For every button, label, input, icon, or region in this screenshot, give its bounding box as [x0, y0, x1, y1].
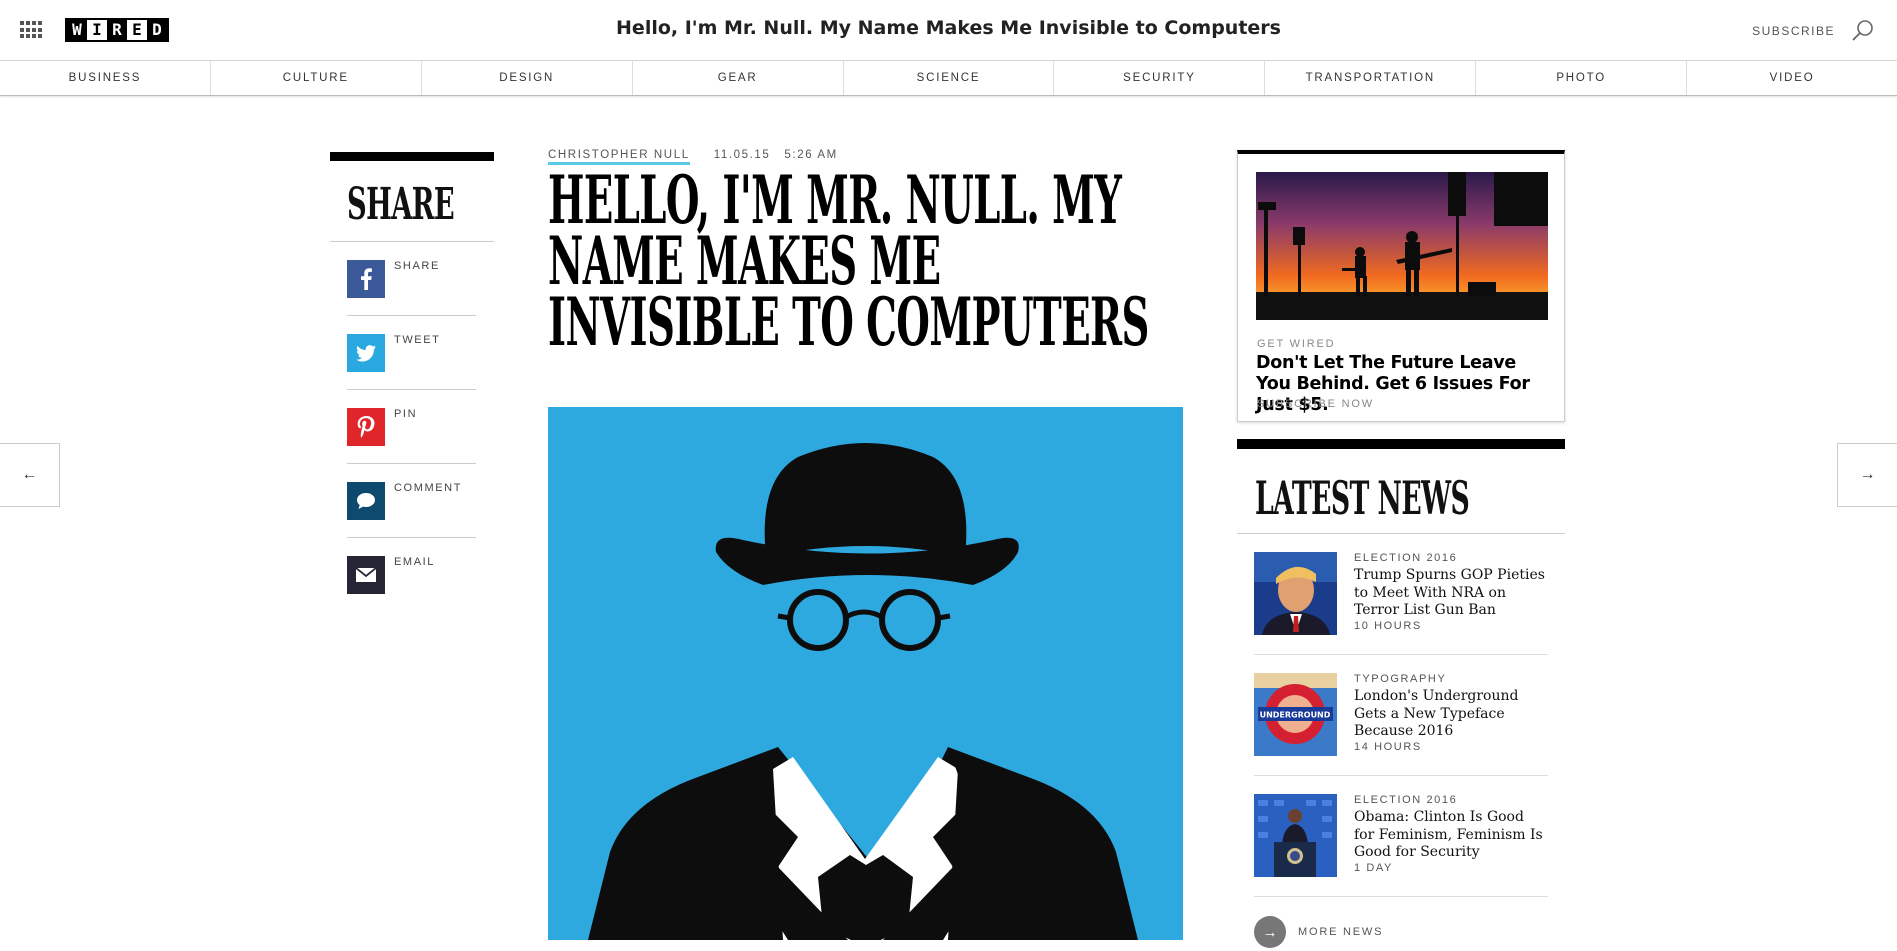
news-time: 1 DAY [1354, 862, 1393, 874]
email-icon [347, 556, 385, 594]
nav-item-video[interactable]: VIDEO [1687, 61, 1897, 95]
latest-news-heading: LATEST NEWS [1255, 471, 1470, 525]
article-headline: Hello, I'm Mr. Null. My Name Makes Me In… [548, 161, 1149, 361]
news-thumbnail[interactable] [1254, 794, 1337, 877]
prev-article-button[interactable]: ← [0, 443, 60, 507]
subscribe-now-link[interactable]: SUBSCRIBE NOW [1257, 398, 1374, 410]
share-pinterest-button[interactable]: PIN [347, 390, 476, 464]
latest-top-rule [1237, 439, 1565, 449]
concert-silhouette-image [1256, 172, 1548, 320]
more-news-link[interactable]: → MORE NEWS [1254, 897, 1565, 951]
news-headline[interactable]: London's Underground Gets a New Typeface… [1354, 688, 1548, 741]
subscribe-link[interactable]: SUBSCRIBE [1752, 24, 1835, 38]
section-nav: BUSINESS CULTURE DESIGN GEAR SCIENCE SEC… [0, 61, 1897, 96]
news-item[interactable]: ELECTION 2016 Obama: Clinton Is Good for… [1254, 776, 1548, 897]
news-kicker[interactable]: TYPOGRAPHY [1354, 673, 1446, 685]
nav-item-design[interactable]: DESIGN [422, 61, 633, 95]
nav-item-security[interactable]: SECURITY [1054, 61, 1266, 95]
top-bar: W I R E D Hello, I'm Mr. Null. My Name M… [0, 0, 1897, 61]
nav-item-gear[interactable]: GEAR [633, 61, 844, 95]
news-headline[interactable]: Obama: Clinton Is Good for Feminism, Fem… [1354, 809, 1548, 862]
arrow-right-icon: → [1859, 466, 1876, 483]
news-item[interactable]: UNDERGROUND TYPOGRAPHY London's Undergro… [1254, 655, 1548, 776]
search-icon[interactable] [1851, 18, 1875, 42]
comment-icon [347, 482, 385, 520]
nav-item-science[interactable]: SCIENCE [844, 61, 1055, 95]
pinterest-icon [347, 408, 385, 446]
share-twitter-button[interactable]: TWEET [347, 316, 476, 390]
twitter-icon [347, 334, 385, 372]
email-button[interactable]: EMAIL [347, 538, 476, 612]
news-kicker[interactable]: ELECTION 2016 [1354, 552, 1457, 564]
subscription-ad[interactable]: GET WIRED Don't Let The Future Leave You… [1237, 150, 1565, 422]
hero-illustration [548, 407, 1183, 940]
comment-button[interactable]: COMMENT [347, 464, 476, 538]
share-top-rule [330, 152, 494, 161]
more-news-label[interactable]: MORE NEWS [1298, 926, 1383, 938]
page-title: Hello, I'm Mr. Null. My Name Makes Me In… [616, 17, 1281, 39]
share-panel: SHARE SHARE TWEET PIN COMMENT EMAIL [330, 152, 494, 612]
arrow-right-circle-icon[interactable]: → [1254, 916, 1286, 948]
tweet-label: TWEET [394, 334, 441, 346]
roundel-text: UNDERGROUND [1260, 711, 1331, 720]
share-heading: SHARE [347, 179, 455, 230]
comment-label: COMMENT [394, 482, 463, 494]
share-facebook-button[interactable]: SHARE [347, 242, 476, 316]
news-item[interactable]: ELECTION 2016 Trump Spurns GOP Pieties t… [1254, 534, 1548, 655]
news-thumbnail[interactable]: UNDERGROUND [1254, 673, 1337, 756]
nav-item-business[interactable]: BUSINESS [0, 61, 211, 95]
latest-news-panel: LATEST NEWS ELECTION 2016 Trump Spurns G… [1237, 439, 1565, 951]
email-label: EMAIL [394, 556, 436, 568]
facebook-icon [347, 260, 385, 298]
next-article-button[interactable]: → [1837, 443, 1897, 507]
news-thumbnail[interactable] [1254, 552, 1337, 635]
news-time: 14 HOURS [1354, 741, 1422, 753]
ad-kicker: GET WIRED [1257, 338, 1336, 350]
arrow-left-icon: ← [21, 466, 38, 483]
share-label: SHARE [394, 260, 440, 272]
pin-label: PIN [394, 408, 418, 420]
nav-item-culture[interactable]: CULTURE [211, 61, 422, 95]
nav-item-photo[interactable]: PHOTO [1476, 61, 1688, 95]
news-kicker[interactable]: ELECTION 2016 [1354, 794, 1457, 806]
news-headline[interactable]: Trump Spurns GOP Pieties to Meet With NR… [1354, 567, 1548, 620]
nav-item-transportation[interactable]: TRANSPORTATION [1265, 61, 1477, 95]
news-time: 10 HOURS [1354, 620, 1422, 632]
